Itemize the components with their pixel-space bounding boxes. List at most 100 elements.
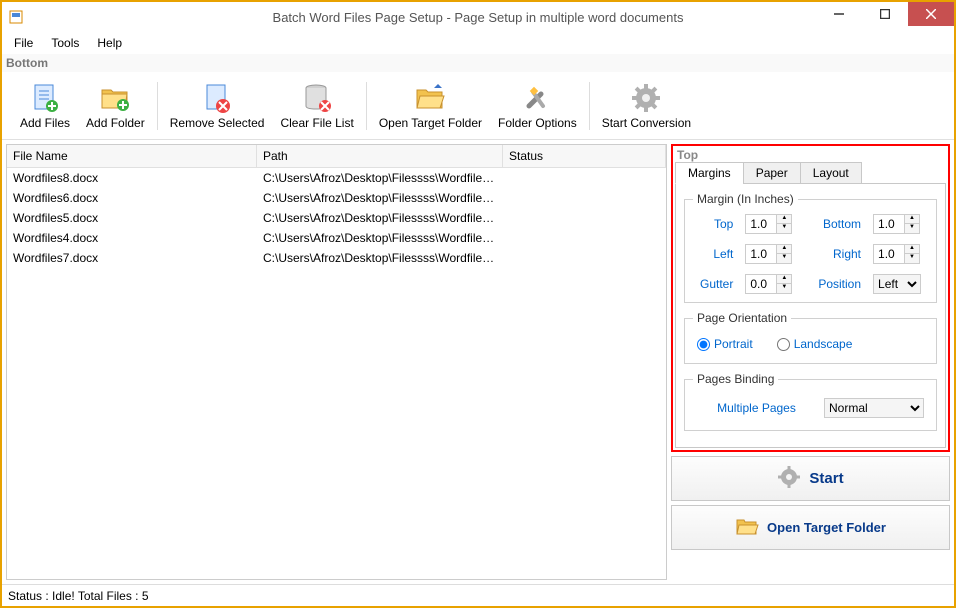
margin-left-input[interactable] xyxy=(745,244,777,264)
start-button[interactable]: Start xyxy=(671,456,950,501)
margin-top-input[interactable] xyxy=(745,214,777,234)
options-icon xyxy=(521,82,553,114)
toolbar: Add Files Add Folder Remove Selected Cle… xyxy=(2,72,954,140)
portrait-radio[interactable] xyxy=(697,338,710,351)
multiple-pages-select[interactable]: Normal xyxy=(824,398,924,418)
binding-fieldset: Pages Binding Multiple Pages Normal xyxy=(684,372,937,431)
menu-help[interactable]: Help xyxy=(89,34,130,52)
spin-up-icon[interactable]: ▲ xyxy=(777,215,791,224)
maximize-button[interactable] xyxy=(862,2,908,26)
remove-icon xyxy=(201,82,233,114)
cell-path: C:\Users\Afroz\Desktop\Filessss\Wordfile… xyxy=(257,190,503,206)
panel-label-bottom: Bottom xyxy=(2,54,954,72)
spin-down-icon[interactable]: ▼ xyxy=(777,284,791,293)
spin-up-icon[interactable]: ▲ xyxy=(777,245,791,254)
toolbtn-label: Clear File List xyxy=(280,116,353,130)
toolbtn-label: Start Conversion xyxy=(602,116,691,130)
margin-legend: Margin (In Inches) xyxy=(693,192,798,206)
clear-list-icon xyxy=(301,82,333,114)
statusbar: Status : Idle! Total Files : 5 xyxy=(2,584,954,606)
tab-margins[interactable]: Margins xyxy=(675,162,744,184)
table-row[interactable]: Wordfiles5.docxC:\Users\Afroz\Desktop\Fi… xyxy=(7,208,666,228)
open-target-folder-button[interactable]: Open Target Folder xyxy=(671,505,950,550)
status-text: Status : Idle! Total Files : 5 xyxy=(8,589,149,603)
orientation-legend: Page Orientation xyxy=(693,311,791,325)
position-select[interactable]: Left xyxy=(873,274,921,294)
portrait-label: Portrait xyxy=(714,337,753,351)
menu-tools[interactable]: Tools xyxy=(43,34,87,52)
toolbtn-label: Add Folder xyxy=(86,116,145,130)
file-list: File Name Path Status Wordfiles8.docxC:\… xyxy=(6,144,667,580)
cell-path: C:\Users\Afroz\Desktop\Filessss\Wordfile… xyxy=(257,170,503,186)
cell-filename: Wordfiles5.docx xyxy=(7,210,257,226)
spin-up-icon[interactable]: ▲ xyxy=(905,215,919,224)
cell-filename: Wordfiles8.docx xyxy=(7,170,257,186)
table-row[interactable]: Wordfiles8.docxC:\Users\Afroz\Desktop\Fi… xyxy=(7,168,666,188)
file-add-icon xyxy=(29,82,61,114)
minimize-button[interactable] xyxy=(816,2,862,26)
open-target-label: Open Target Folder xyxy=(767,520,886,535)
gutter-input[interactable] xyxy=(745,274,777,294)
table-row[interactable]: Wordfiles6.docxC:\Users\Afroz\Desktop\Fi… xyxy=(7,188,666,208)
margin-bottom-input[interactable] xyxy=(873,214,905,234)
spin-down-icon[interactable]: ▼ xyxy=(777,254,791,263)
gear-icon xyxy=(777,465,801,492)
label-multiple-pages: Multiple Pages xyxy=(697,401,816,415)
spin-down-icon[interactable]: ▼ xyxy=(905,254,919,263)
col-header-path[interactable]: Path xyxy=(257,145,503,167)
label-margin-bottom: Bottom xyxy=(811,217,861,231)
window-title: Batch Word Files Page Setup - Page Setup… xyxy=(2,10,954,25)
label-margin-left: Left xyxy=(693,247,733,261)
folder-options-button[interactable]: Folder Options xyxy=(490,78,585,134)
settings-panel: Top Margins Paper Layout Margin (In Inch… xyxy=(671,144,950,452)
open-target-folder-toolbtn[interactable]: Open Target Folder xyxy=(371,78,490,134)
toolbtn-label: Open Target Folder xyxy=(379,116,482,130)
binding-legend: Pages Binding xyxy=(693,372,778,386)
margin-fieldset: Margin (In Inches) Top ▲▼ Bottom ▲▼ Left… xyxy=(684,192,937,303)
margin-right-input[interactable] xyxy=(873,244,905,264)
spin-down-icon[interactable]: ▼ xyxy=(777,224,791,233)
spin-down-icon[interactable]: ▼ xyxy=(905,224,919,233)
folder-open-icon xyxy=(414,82,446,114)
folder-add-icon xyxy=(99,82,131,114)
panel-label-top: Top xyxy=(675,148,946,162)
cell-filename: Wordfiles6.docx xyxy=(7,190,257,206)
toolbar-separator xyxy=(157,82,158,130)
add-files-button[interactable]: Add Files xyxy=(12,78,78,134)
spin-up-icon[interactable]: ▲ xyxy=(777,275,791,284)
remove-selected-button[interactable]: Remove Selected xyxy=(162,78,273,134)
toolbar-separator xyxy=(366,82,367,130)
label-gutter: Gutter xyxy=(693,277,733,291)
app-icon xyxy=(8,9,24,25)
label-margin-top: Top xyxy=(693,217,733,231)
titlebar: Batch Word Files Page Setup - Page Setup… xyxy=(2,2,954,32)
start-label: Start xyxy=(809,470,843,487)
gear-icon xyxy=(630,82,662,114)
tab-layout[interactable]: Layout xyxy=(800,162,862,184)
tab-paper[interactable]: Paper xyxy=(743,162,801,184)
table-row[interactable]: Wordfiles7.docxC:\Users\Afroz\Desktop\Fi… xyxy=(7,248,666,268)
table-row[interactable]: Wordfiles4.docxC:\Users\Afroz\Desktop\Fi… xyxy=(7,228,666,248)
cell-path: C:\Users\Afroz\Desktop\Filessss\Wordfile… xyxy=(257,210,503,226)
menubar: File Tools Help xyxy=(2,32,954,54)
add-folder-button[interactable]: Add Folder xyxy=(78,78,153,134)
toolbtn-label: Add Files xyxy=(20,116,70,130)
landscape-label: Landscape xyxy=(794,337,853,351)
clear-file-list-button[interactable]: Clear File List xyxy=(272,78,361,134)
start-conversion-button[interactable]: Start Conversion xyxy=(594,78,699,134)
col-header-status[interactable]: Status xyxy=(503,145,666,167)
cell-filename: Wordfiles4.docx xyxy=(7,230,257,246)
cell-path: C:\Users\Afroz\Desktop\Filessss\Wordfile… xyxy=(257,230,503,246)
toolbtn-label: Remove Selected xyxy=(170,116,265,130)
spin-up-icon[interactable]: ▲ xyxy=(905,245,919,254)
toolbtn-label: Folder Options xyxy=(498,116,577,130)
menu-file[interactable]: File xyxy=(6,34,41,52)
toolbar-separator xyxy=(589,82,590,130)
label-margin-right: Right xyxy=(811,247,861,261)
col-header-filename[interactable]: File Name xyxy=(7,145,257,167)
file-rows[interactable]: Wordfiles8.docxC:\Users\Afroz\Desktop\Fi… xyxy=(7,168,666,579)
close-button[interactable] xyxy=(908,2,954,26)
label-position: Position xyxy=(811,277,861,291)
landscape-radio[interactable] xyxy=(777,338,790,351)
folder-open-icon xyxy=(735,514,759,541)
